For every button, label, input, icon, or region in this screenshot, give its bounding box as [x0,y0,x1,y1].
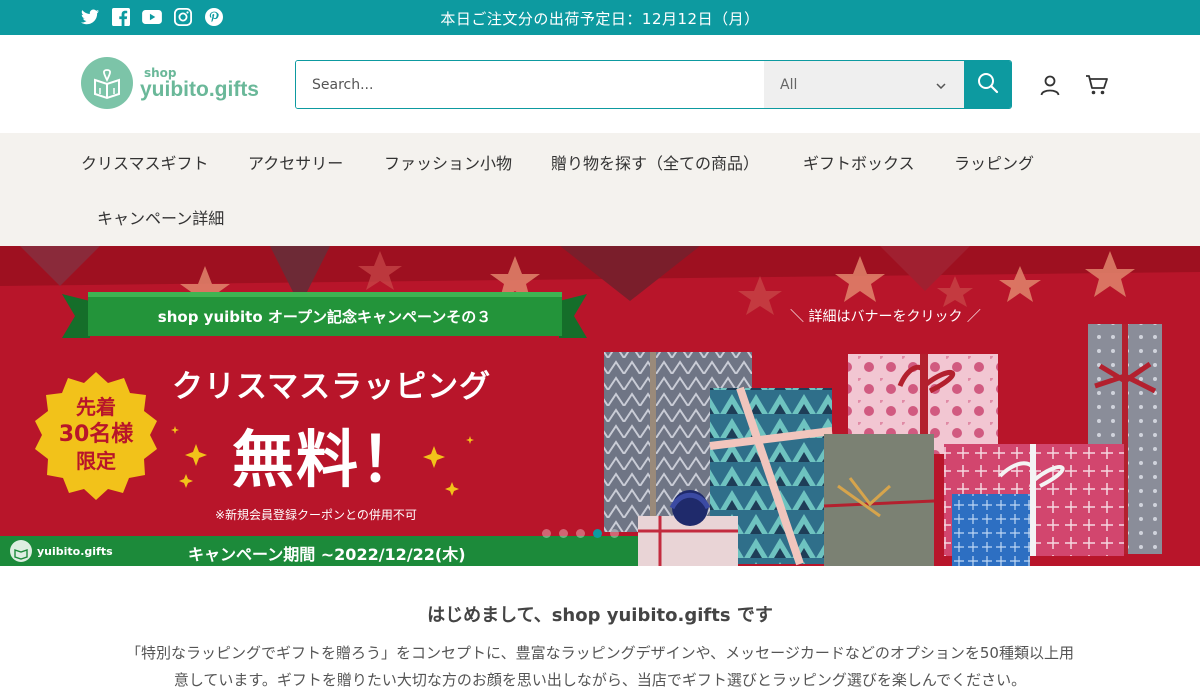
intro-title: はじめまして、shop yuibito.gifts です [427,605,773,626]
nav-item-gift-box[interactable]: ギフトボックス [803,150,915,174]
hero-free-text: 無料！ [232,423,425,496]
badge-line1: 先着 [76,395,116,419]
hero-headline: クリスマスラッピング [172,369,492,405]
search-icon [977,72,999,98]
slide-dot[interactable] [542,529,551,538]
first-30-badge: 先着 30名様 限定 [30,374,162,506]
slide-dot[interactable] [610,529,619,538]
slide-dot[interactable] [559,529,568,538]
category-select[interactable]: All [764,61,964,108]
banner-click-note: ＼ 詳細はバナーをクリック ／ [790,309,981,325]
intro-body: 「特別なラッピングでギフトを贈ろう」をコンセプトに、豊富なラッピングデザインや、… [126,644,1074,689]
badge-line3: 限定 [76,449,116,473]
chevron-down-icon [936,77,946,93]
period-logo-text: yuibito.gifts [37,544,113,558]
shipping-announcement: 本日ご注文分の出荷予定日：12月12日（月） [440,10,760,28]
cart-icon[interactable] [1085,73,1109,97]
logo-shop-text: shop [144,65,177,80]
search-button[interactable] [964,61,1011,108]
search-input[interactable] [296,61,764,108]
category-select-value: All [780,76,798,93]
gift-box-logo-icon [10,540,32,562]
campaign-period-text: キャンペーン期間 ~2022/12/22(木) [188,545,466,564]
site-header: shop yuibito.gifts All [0,35,1200,133]
announcement-bar: 本日ご注文分の出荷予定日：12月12日（月） [0,0,1200,35]
nav-item-campaign-details[interactable]: キャンペーン詳細 [97,205,224,229]
nav-item-christmas-gift[interactable]: クリスマスギフト [81,150,209,174]
slideshow-dots [542,529,619,538]
hero-banner[interactable]: shop yuibito オープン記念キャンペーンその３ クリスマスラッピング … [0,246,1200,566]
badge-line2: 30名様 [58,422,134,447]
slide-dot[interactable] [576,529,585,538]
period-logo: yuibito.gifts [10,540,113,562]
nav-item-wrapping[interactable]: ラッピング [954,150,1034,174]
gift-box-logo-icon [81,57,133,109]
nav-item-all-products[interactable]: 贈り物を探す（全ての商品） [551,150,759,174]
nav-item-accessories[interactable]: アクセサリー [248,150,343,174]
main-navigation: クリスマスギフト アクセサリー ファッション小物 贈り物を探す（全ての商品） ギ… [0,133,1200,246]
campaign-period-bar: yuibito.gifts キャンペーン期間 ~2022/12/22(木) [0,536,638,566]
slide-dot-active[interactable] [593,529,602,538]
logo-name-text: yuibito.gifts [140,77,259,101]
site-logo[interactable]: shop yuibito.gifts [81,57,259,109]
search-bar: All [295,60,1012,109]
nav-item-fashion-goods[interactable]: ファッション小物 [384,150,512,174]
campaign-ribbon-text: shop yuibito オープン記念キャンペーンその３ [157,307,492,326]
account-icon[interactable] [1038,73,1062,97]
hero-note: ※新規会員登録クーポンとの併用不可 [215,508,417,522]
